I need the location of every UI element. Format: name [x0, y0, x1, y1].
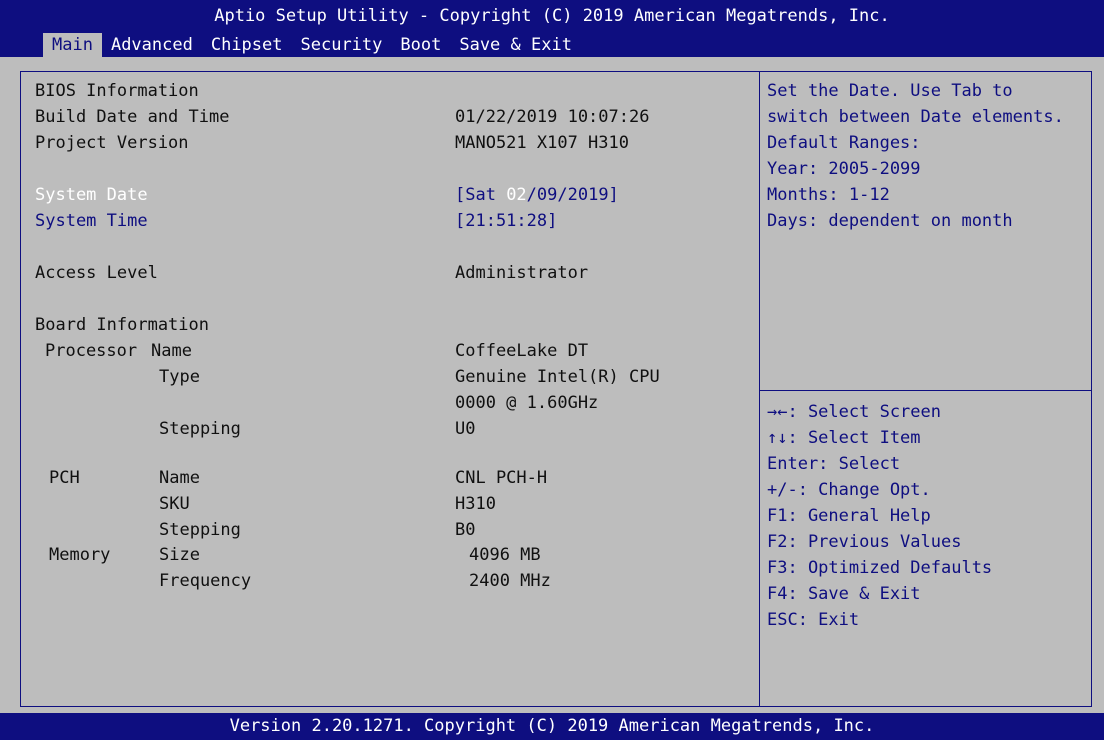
system-time-value[interactable]: [21:51:28]	[455, 208, 557, 234]
project-version-value: MANO521 X107 H310	[455, 133, 629, 153]
system-date-suffix: /09/2019]	[526, 185, 619, 205]
project-version-label: Project Version	[35, 133, 189, 153]
tab-bar: Main Advanced Chipset Security Boot Save…	[43, 33, 581, 57]
help-line-1: Set the Date. Use Tab to	[767, 81, 1013, 101]
access-level-label: Access Level	[35, 263, 158, 283]
pch-stepping-label: Stepping	[159, 520, 241, 540]
system-date-month[interactable]: 02	[506, 185, 526, 205]
tab-security[interactable]: Security	[292, 33, 392, 57]
tab-chipset[interactable]: Chipset	[202, 33, 292, 57]
system-time-label[interactable]: System Time	[35, 208, 148, 234]
memory-label: Memory	[49, 545, 111, 565]
build-date-label: Build Date and Time	[35, 107, 230, 127]
system-date-value[interactable]: [Sat 02/09/2019]	[455, 182, 619, 208]
tab-save-exit[interactable]: Save & Exit	[450, 33, 581, 57]
key-select-item: ↑↓: Select Item	[767, 428, 921, 448]
memory-frequency-label: Frequency	[159, 571, 252, 591]
main-panel: BIOS Information Build Date and Time 01/…	[20, 71, 1092, 707]
key-save-exit: F4: Save & Exit	[767, 584, 921, 604]
key-esc-exit: ESC: Exit	[767, 610, 860, 630]
key-previous-values: F2: Previous Values	[767, 532, 962, 552]
key-enter-select: Enter: Select	[767, 454, 901, 474]
board-info-heading: Board Information	[35, 315, 209, 335]
bios-info-heading: BIOS Information	[35, 81, 199, 101]
help-line-4: Year: 2005-2099	[767, 159, 921, 179]
pch-sku-value: H310	[455, 494, 496, 514]
system-date-prefix: [Sat	[455, 185, 507, 205]
help-line-6: Days: dependent on month	[767, 211, 1013, 231]
title-bar: Aptio Setup Utility - Copyright (C) 2019…	[0, 0, 1104, 57]
processor-stepping-label: Stepping	[159, 419, 241, 439]
tab-main[interactable]: Main	[43, 33, 102, 57]
version-footer: Version 2.20.1271. Copyright (C) 2019 Am…	[0, 713, 1104, 740]
build-date-value: 01/22/2019 10:07:26	[455, 107, 650, 127]
key-select-screen: →←: Select Screen	[767, 402, 941, 422]
processor-label: Processor	[45, 341, 138, 361]
vertical-divider	[759, 72, 760, 706]
help-line-5: Months: 1-12	[767, 185, 890, 205]
processor-type-value-1: Genuine Intel(R) CPU	[455, 367, 660, 387]
pch-sku-label: SKU	[159, 494, 190, 514]
pch-name-value: CNL PCH-H	[455, 468, 548, 488]
memory-size-value: 4096 MB	[469, 545, 541, 565]
system-date-label[interactable]: System Date	[35, 182, 148, 208]
pch-stepping-value: B0	[455, 520, 476, 540]
processor-type-label: Type	[159, 367, 200, 387]
tab-boot[interactable]: Boot	[391, 33, 450, 57]
help-line-2: switch between Date elements.	[767, 107, 1064, 127]
key-optimized-defaults: F3: Optimized Defaults	[767, 558, 993, 578]
processor-type-value-2: 0000 @ 1.60GHz	[455, 393, 599, 413]
memory-frequency-value: 2400 MHz	[469, 571, 551, 591]
pch-name-label: Name	[159, 468, 200, 488]
key-general-help: F1: General Help	[767, 506, 931, 526]
tab-advanced[interactable]: Advanced	[102, 33, 202, 57]
pch-label: PCH	[49, 468, 80, 488]
utility-title: Aptio Setup Utility - Copyright (C) 2019…	[214, 6, 890, 26]
help-line-3: Default Ranges:	[767, 133, 921, 153]
help-divider	[760, 390, 1091, 391]
access-level-value: Administrator	[455, 263, 589, 283]
processor-name-value: CoffeeLake DT	[455, 341, 589, 361]
processor-stepping-value: U0	[455, 419, 476, 439]
key-change-opt: +/-: Change Opt.	[767, 480, 931, 500]
memory-size-label: Size	[159, 545, 200, 565]
processor-name-label: Name	[151, 341, 192, 361]
